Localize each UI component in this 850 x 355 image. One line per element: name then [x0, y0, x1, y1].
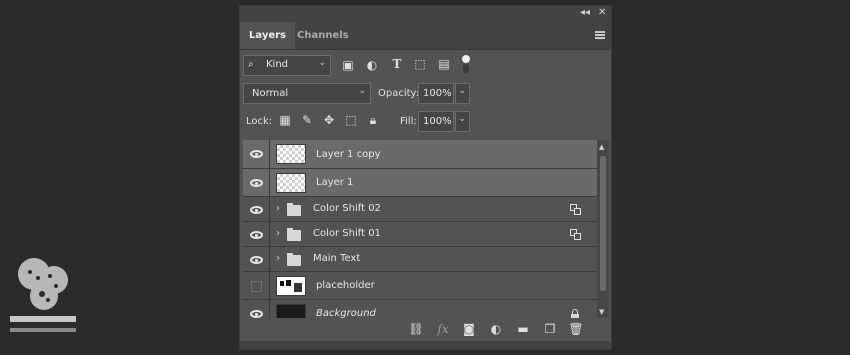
fill-label: Fill:	[400, 116, 417, 127]
opacity-input[interactable]: 100%	[418, 83, 454, 104]
smart-filter-icon	[570, 229, 581, 240]
watermark-logo	[10, 258, 76, 332]
chevron-down-icon: ⌄	[458, 114, 466, 124]
chevron-down-icon: ⌄	[458, 86, 466, 96]
visibility-toggle[interactable]	[243, 169, 270, 196]
opacity-label: Opacity:	[378, 88, 420, 99]
blend-mode-select[interactable]: Normal ⌄	[243, 83, 371, 104]
type-layer-filter-icon[interactable]: T	[389, 57, 405, 71]
lock-artboard-icon[interactable]: ⬚	[344, 113, 358, 127]
visibility-toggle[interactable]	[243, 247, 270, 271]
scrollbar-thumb[interactable]	[600, 156, 606, 291]
layer-thumbnail	[276, 144, 306, 164]
visibility-toggle[interactable]	[243, 197, 270, 221]
scroll-down-icon[interactable]: ▼	[599, 308, 604, 316]
chevron-right-icon[interactable]: ›	[276, 253, 280, 264]
new-group-icon[interactable]: ▬	[515, 322, 531, 336]
new-adjustment-layer-icon[interactable]: ◐	[488, 322, 504, 336]
eye-icon	[250, 206, 263, 214]
panel-menu-icon[interactable]	[595, 31, 605, 39]
opacity-dropdown[interactable]: ⌄	[455, 83, 470, 104]
chevron-right-icon[interactable]: ›	[276, 203, 280, 214]
layer-name[interactable]: Layer 1 copy	[316, 149, 380, 160]
fill-value: 100%	[423, 116, 452, 127]
lock-transparent-pixels-icon[interactable]: ▦	[278, 113, 292, 127]
layer-name[interactable]: Layer 1	[316, 177, 353, 188]
layers-list: Layer 1 copy Layer 1 › Color Shift 02 › …	[243, 140, 597, 318]
shape-layer-filter-icon[interactable]: ⬚	[412, 57, 428, 71]
adjustment-layer-filter-icon[interactable]: ◐	[364, 58, 380, 72]
lock-image-pixels-icon[interactable]: ✎	[300, 113, 314, 127]
folder-icon	[287, 228, 301, 241]
layer-thumbnail	[276, 276, 306, 296]
layer-row[interactable]: Background	[243, 300, 597, 318]
eye-icon	[250, 179, 263, 187]
visibility-toggle[interactable]	[243, 300, 270, 318]
layer-name[interactable]: Background	[316, 308, 376, 318]
layer-name[interactable]: placeholder	[316, 280, 375, 291]
layer-row[interactable]: › Main Text	[243, 247, 597, 272]
panel-resize-grip[interactable]	[240, 341, 611, 349]
layer-row[interactable]: › Color Shift 02	[243, 197, 597, 222]
chevron-down-icon: ⌄	[358, 86, 366, 96]
lock-all-icon[interactable]: 🔒︎	[366, 113, 380, 128]
visibility-toggle[interactable]	[243, 222, 270, 246]
folder-icon	[287, 253, 301, 266]
lock-label: Lock:	[246, 116, 273, 127]
new-layer-icon[interactable]: ❐	[542, 322, 558, 336]
folder-icon	[287, 203, 301, 216]
add-mask-icon[interactable]: ◙	[461, 322, 477, 336]
layer-thumbnail	[276, 173, 306, 193]
fx-icon[interactable]: fx	[435, 322, 451, 336]
lock-position-icon[interactable]: ✥	[322, 113, 336, 127]
filter-kind-select[interactable]: ⌕ Kind ⌄	[243, 55, 331, 76]
layer-row[interactable]: › Color Shift 01	[243, 222, 597, 247]
delete-layer-icon[interactable]: 🗑	[568, 322, 584, 336]
visibility-off-box	[251, 281, 262, 292]
visibility-toggle[interactable]	[243, 272, 270, 299]
layers-panel: ◂◂ ✕ Layers Channels ⌕ Kind ⌄ ▣ ◐ T ⬚ ▤ …	[239, 5, 612, 350]
search-icon: ⌕	[248, 59, 254, 70]
layer-thumbnail	[276, 304, 306, 318]
eye-icon	[250, 256, 263, 264]
tab-layers[interactable]: Layers	[240, 22, 295, 49]
layer-name[interactable]: Main Text	[313, 253, 360, 264]
chevron-down-icon: ⌄	[318, 58, 326, 68]
panel-tab-bar: Layers Channels	[240, 22, 611, 50]
eye-icon	[250, 231, 263, 239]
pixel-layer-filter-icon[interactable]: ▣	[340, 58, 356, 72]
visibility-toggle[interactable]	[243, 140, 270, 168]
tab-channels[interactable]: Channels	[288, 22, 358, 49]
layers-bottom-toolbar: ⛓ fx ◙ ◐ ▬ ❐ 🗑	[240, 318, 611, 342]
layer-name[interactable]: Color Shift 01	[313, 228, 381, 239]
scroll-up-icon[interactable]: ▲	[599, 143, 604, 151]
panel-title-strip: ◂◂ ✕	[240, 6, 611, 22]
fill-input[interactable]: 100%	[418, 111, 454, 132]
close-icon[interactable]: ✕	[598, 7, 606, 18]
blend-mode-value: Normal	[252, 88, 289, 99]
fill-dropdown[interactable]: ⌄	[455, 111, 470, 132]
filter-kind-label: Kind	[266, 59, 289, 70]
layers-scrollbar[interactable]: ▲ ▼	[597, 140, 609, 318]
layer-row[interactable]: placeholder	[243, 272, 597, 300]
eye-icon	[250, 310, 263, 318]
layer-row[interactable]: Layer 1 copy	[243, 140, 597, 169]
chevron-right-icon[interactable]: ›	[276, 228, 280, 239]
opacity-value: 100%	[423, 88, 452, 99]
filter-toggle-icon[interactable]	[462, 55, 470, 73]
layer-row[interactable]: Layer 1	[243, 169, 597, 197]
smart-object-filter-icon[interactable]: ▤	[436, 57, 452, 71]
layer-name[interactable]: Color Shift 02	[313, 203, 381, 214]
double-chevron-left-icon[interactable]: ◂◂	[580, 7, 590, 18]
link-layers-icon[interactable]: ⛓	[408, 322, 424, 336]
smart-filter-icon	[570, 204, 581, 215]
eye-icon	[250, 150, 263, 158]
